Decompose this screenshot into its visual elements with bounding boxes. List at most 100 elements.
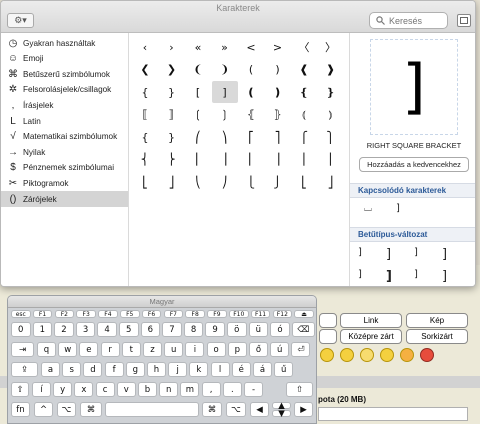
- font-variant-char[interactable]: ]: [442, 269, 447, 284]
- character-cell[interactable]: [: [185, 81, 211, 103]
- key[interactable]: z: [143, 342, 162, 357]
- character-cell[interactable]: ⎨: [132, 149, 158, 171]
- character-cell[interactable]: ❳: [212, 104, 238, 126]
- key[interactable]: é: [231, 362, 251, 377]
- font-variant-char[interactable]: ]: [358, 247, 362, 258]
- character-cell[interactable]: ‹: [132, 36, 158, 58]
- character-cell[interactable]: }: [159, 126, 185, 148]
- character-cell[interactable]: ›: [159, 36, 185, 58]
- key[interactable]: s: [62, 362, 82, 377]
- key[interactable]: ▼: [272, 409, 291, 419]
- key[interactable]: ▶: [294, 402, 313, 417]
- font-variant-char[interactable]: ]: [358, 269, 362, 280]
- category-item[interactable]: ☺ Emoji: [1, 51, 128, 67]
- center-align-button[interactable]: Középre zárt: [340, 329, 402, 344]
- partial-button[interactable]: [319, 313, 337, 328]
- character-cell[interactable]: ⎤: [265, 126, 291, 148]
- related-char[interactable]: ]: [396, 203, 400, 214]
- key[interactable]: ⇧: [11, 382, 29, 397]
- key[interactable]: l: [210, 362, 230, 377]
- character-cell[interactable]: ⎪: [318, 149, 344, 171]
- character-cell[interactable]: ⟧: [159, 104, 185, 126]
- key[interactable]: í: [32, 382, 51, 397]
- key[interactable]: p: [227, 342, 247, 357]
- character-cell[interactable]: ❯: [159, 59, 185, 81]
- key[interactable]: r: [100, 342, 120, 357]
- character-cell[interactable]: ❲: [185, 104, 211, 126]
- character-cell[interactable]: ]: [211, 81, 238, 103]
- key[interactable]: w: [58, 342, 78, 357]
- key[interactable]: q: [37, 342, 56, 357]
- key[interactable]: ó: [270, 322, 290, 337]
- key[interactable]: esc: [11, 310, 31, 318]
- character-cell[interactable]: ❨: [185, 59, 211, 81]
- key[interactable]: ⌘: [202, 402, 222, 417]
- key[interactable]: F5: [120, 310, 140, 318]
- character-cell[interactable]: 〉: [318, 36, 344, 58]
- character-cell[interactable]: ⦃: [238, 104, 264, 126]
- key[interactable]: ü: [248, 322, 269, 337]
- key[interactable]: o: [206, 342, 226, 357]
- key[interactable]: 0: [11, 322, 31, 337]
- character-cell[interactable]: ⦆: [318, 104, 344, 126]
- happy-smiley-icon[interactable]: [340, 348, 354, 362]
- key[interactable]: -: [244, 382, 263, 397]
- key[interactable]: ◀: [250, 402, 269, 417]
- font-variant-char[interactable]: ]: [386, 247, 391, 262]
- key[interactable]: ⌫: [291, 322, 315, 337]
- key[interactable]: x: [74, 382, 94, 397]
- category-item[interactable]: √ Matematikai szimbólumok: [1, 129, 128, 145]
- character-cell[interactable]: ⎦: [159, 171, 185, 193]
- character-cell[interactable]: ⎞: [212, 126, 238, 148]
- key[interactable]: 9: [205, 322, 225, 337]
- devil-smiley-icon[interactable]: [420, 348, 434, 362]
- key[interactable]: ⌥: [226, 402, 246, 417]
- key[interactable]: i: [185, 342, 205, 357]
- key[interactable]: ⇥: [11, 342, 34, 357]
- key[interactable]: f: [104, 362, 124, 377]
- related-char[interactable]: ⌴: [364, 203, 372, 214]
- justify-button[interactable]: Sorkizárt: [406, 329, 468, 344]
- key[interactable]: ,: [201, 382, 221, 397]
- key[interactable]: ö: [227, 322, 247, 337]
- character-cell[interactable]: ⎬: [159, 149, 185, 171]
- key[interactable]: 4: [97, 322, 117, 337]
- character-cell[interactable]: ⎛: [185, 126, 211, 148]
- key[interactable]: 7: [162, 322, 182, 337]
- key[interactable]: 3: [75, 322, 96, 337]
- character-cell[interactable]: «: [185, 36, 211, 58]
- key[interactable]: F12: [272, 310, 293, 318]
- character-cell[interactable]: >: [265, 36, 291, 58]
- character-cell[interactable]: ❩: [212, 59, 238, 81]
- category-item[interactable]: ✲ Felsorolásjelek/csillagok: [1, 82, 128, 98]
- key[interactable]: F1: [32, 310, 53, 318]
- key[interactable]: a: [41, 362, 60, 377]
- character-cell[interactable]: ❱: [318, 59, 344, 81]
- image-button[interactable]: Kép: [406, 313, 468, 328]
- key[interactable]: ⌥: [57, 402, 76, 417]
- character-cell[interactable]: ❮: [132, 59, 158, 81]
- link-button[interactable]: Link: [340, 313, 402, 328]
- key[interactable]: c: [95, 382, 115, 397]
- category-item[interactable]: L Latin: [1, 113, 128, 129]
- character-cell[interactable]: ⎝: [185, 171, 211, 193]
- key[interactable]: y: [53, 382, 73, 397]
- character-cell[interactable]: 〈: [291, 36, 317, 58]
- key[interactable]: F2: [54, 310, 75, 318]
- key[interactable]: [105, 402, 199, 417]
- smiley-icon[interactable]: [360, 348, 374, 362]
- character-cell[interactable]: ⎠: [212, 171, 238, 193]
- character-cell[interactable]: ⟦: [132, 104, 158, 126]
- file-input[interactable]: [318, 407, 468, 421]
- key[interactable]: e: [79, 342, 99, 357]
- key[interactable]: ⏎: [291, 342, 311, 357]
- key[interactable]: F7: [163, 310, 184, 318]
- key[interactable]: á: [253, 362, 272, 377]
- add-to-favorites-button[interactable]: Hozzáadás a kedvencekhez: [359, 157, 469, 172]
- category-item[interactable]: $ Pénznemek szimbólumai: [1, 160, 128, 176]
- key[interactable]: t: [121, 342, 141, 357]
- font-variant-char[interactable]: ]: [414, 269, 418, 280]
- character-cell[interactable]: »: [212, 36, 238, 58]
- character-cell[interactable]: ❪: [238, 81, 264, 103]
- character-cell[interactable]: ⦄: [265, 104, 291, 126]
